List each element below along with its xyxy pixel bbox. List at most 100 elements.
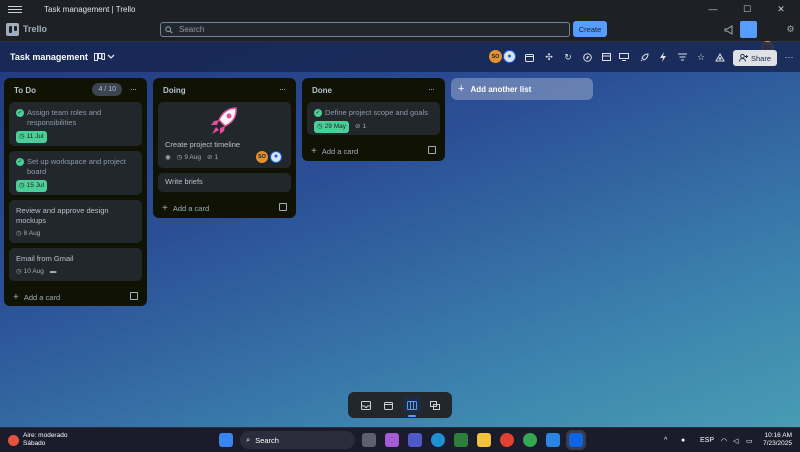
card-create-project-timeline[interactable]: Create project timeline ◉ ◷ 9 Aug ⊘ 1 SO…	[158, 102, 291, 168]
create-from-template-icon[interactable]	[428, 146, 436, 154]
card-member-user-icon[interactable]: ●	[270, 151, 282, 163]
list-menu-icon[interactable]: ···	[279, 84, 286, 94]
view-switcher	[348, 392, 452, 418]
inbox-view-icon[interactable]	[357, 396, 375, 414]
board-view-icon[interactable]	[402, 396, 421, 417]
antivirus-tray-icon[interactable]: ●	[681, 428, 685, 452]
refresh-icon[interactable]: ↻	[562, 51, 574, 63]
card-badges: ◷ 15 Jul	[16, 180, 135, 192]
due-date-badge[interactable]: ◷ 15 Jul	[16, 180, 48, 192]
card-badges: ◷ 29 May ⊘ 1	[314, 121, 433, 133]
notepad-icon[interactable]	[546, 433, 560, 447]
create-from-template-icon[interactable]	[279, 203, 287, 211]
list-title[interactable]: To Do	[14, 86, 36, 95]
trello-taskbar-icon[interactable]	[569, 433, 583, 447]
card-assign-team-roles[interactable]: ✓ Assign team roles and responsibilities…	[9, 102, 142, 146]
board-member-user-icon[interactable]: ●	[503, 50, 516, 63]
card-define-project-scope[interactable]: ✓ Define project scope and goals ◷ 29 Ma…	[307, 102, 440, 135]
card-title: Assign team roles and responsibilities	[27, 108, 102, 127]
maximize-button[interactable]: ☐	[730, 0, 764, 18]
teams-icon[interactable]	[408, 433, 422, 447]
card-view-icon[interactable]	[618, 51, 630, 63]
due-date-badge[interactable]: ◷ 29 May	[314, 121, 349, 133]
weather-line1: Aire: moderado	[23, 432, 68, 439]
close-button[interactable]: ✕	[764, 0, 798, 18]
board-title[interactable]: Task management	[10, 52, 88, 62]
clock-icon: ◷	[317, 123, 323, 130]
due-date-badge[interactable]: ◷ 9 Aug	[177, 153, 201, 163]
add-card-button[interactable]: + Add a card	[307, 140, 440, 162]
paperclip-icon: ⊘	[206, 154, 213, 161]
slack-icon[interactable]: ✣	[543, 51, 555, 63]
clock-icon: ◷	[19, 133, 25, 140]
due-date-text: 29 May	[324, 123, 346, 130]
create-button[interactable]: Create	[573, 21, 607, 37]
card-review-design-mockups[interactable]: Review and approve design mockups ◷ 8 Au…	[9, 200, 142, 243]
search-input[interactable]: Search	[160, 22, 570, 37]
table-view-icon[interactable]	[600, 51, 612, 63]
board-member-avatar[interactable]: SO	[489, 50, 502, 63]
battery-icon[interactable]: ▭	[746, 428, 753, 452]
volume-icon[interactable]: ◁	[733, 428, 738, 452]
share-button[interactable]: Share	[733, 50, 777, 66]
list-menu-icon[interactable]: ···	[428, 84, 435, 94]
rocket-icon[interactable]	[638, 51, 650, 63]
wifi-icon[interactable]: ◠	[721, 428, 727, 452]
megaphone-icon[interactable]	[722, 23, 735, 36]
chrome-icon[interactable]	[500, 433, 514, 447]
add-card-button[interactable]: + Add a card	[158, 197, 291, 219]
windows-start-icon[interactable]	[219, 433, 233, 447]
complete-check-icon[interactable]: ✓	[314, 109, 322, 117]
complete-check-icon[interactable]: ✓	[16, 109, 24, 117]
due-date-badge[interactable]: ◷ 11 Jul	[16, 131, 47, 143]
list-done: Done ··· ✓ Define project scope and goal…	[302, 78, 445, 161]
add-card-button[interactable]: + Add a card	[9, 286, 142, 308]
card-title: Review and approve design mockups	[16, 206, 109, 225]
filter-icon[interactable]	[676, 51, 688, 63]
minimize-button[interactable]: —	[696, 0, 730, 18]
trello-logo-icon[interactable]	[6, 23, 19, 36]
chrome-profile-icon[interactable]	[523, 433, 537, 447]
calendar-icon[interactable]	[523, 51, 535, 63]
due-date-badge[interactable]: ◷ 8 Aug	[16, 229, 40, 239]
card-email-from-gmail[interactable]: Email from Gmail ◷ 10 Aug ▬	[9, 248, 142, 281]
list-title[interactable]: Doing	[163, 86, 186, 95]
switch-boards-icon[interactable]	[426, 396, 444, 414]
visibility-icon[interactable]	[714, 51, 726, 63]
automation-bolt-icon[interactable]	[657, 51, 669, 63]
add-another-list-button[interactable]: + Add another list	[451, 78, 593, 100]
board-view-icon[interactable]	[93, 51, 105, 63]
settings-gear-icon[interactable]: ⚙	[784, 23, 797, 36]
list-menu-icon[interactable]: ···	[130, 84, 137, 94]
trello-logo-text[interactable]: Trello	[23, 24, 47, 34]
list-title[interactable]: Done	[312, 86, 332, 95]
task-view-icon[interactable]	[362, 433, 376, 447]
card-write-briefs[interactable]: Write briefs	[158, 173, 291, 192]
list-header: To Do 4 / 10 ···	[9, 78, 142, 102]
complete-check-icon[interactable]: ✓	[16, 158, 24, 166]
notifications-button[interactable]	[740, 21, 757, 38]
show-hidden-icons[interactable]: ^	[664, 428, 667, 452]
taskbar-search[interactable]: ⌕ Search	[240, 431, 355, 449]
card-title: Create project timeline	[165, 140, 241, 149]
edge-icon[interactable]	[431, 433, 445, 447]
card-member-avatar[interactable]: SO	[256, 151, 268, 163]
file-explorer-icon[interactable]	[477, 433, 491, 447]
menu-icon[interactable]	[8, 5, 22, 13]
compass-icon[interactable]	[581, 51, 593, 63]
card-set-up-workspace[interactable]: ✓ Set up workspace and project board ◷ 1…	[9, 151, 142, 195]
star-icon[interactable]: ☆	[695, 51, 707, 63]
store-icon[interactable]	[454, 433, 468, 447]
more-options-icon[interactable]: ···	[783, 51, 795, 63]
due-date-badge[interactable]: ◷ 10 Aug	[16, 267, 44, 277]
weather-widget[interactable]: Aire: moderado Sábado	[8, 432, 67, 448]
list-doing: Doing ··· Create project timeline ◉ ◷ 9 …	[153, 78, 296, 218]
system-clock[interactable]: 10:16 AM 7/23/2025	[763, 432, 792, 448]
copilot-icon[interactable]	[385, 433, 399, 447]
plus-icon: +	[311, 145, 317, 157]
chevron-down-icon[interactable]	[105, 51, 117, 63]
due-date-text: 9 Aug	[184, 154, 201, 161]
planner-calendar-icon[interactable]	[380, 396, 398, 414]
language-indicator[interactable]: ESP	[700, 428, 714, 452]
create-from-template-icon[interactable]	[130, 292, 138, 300]
